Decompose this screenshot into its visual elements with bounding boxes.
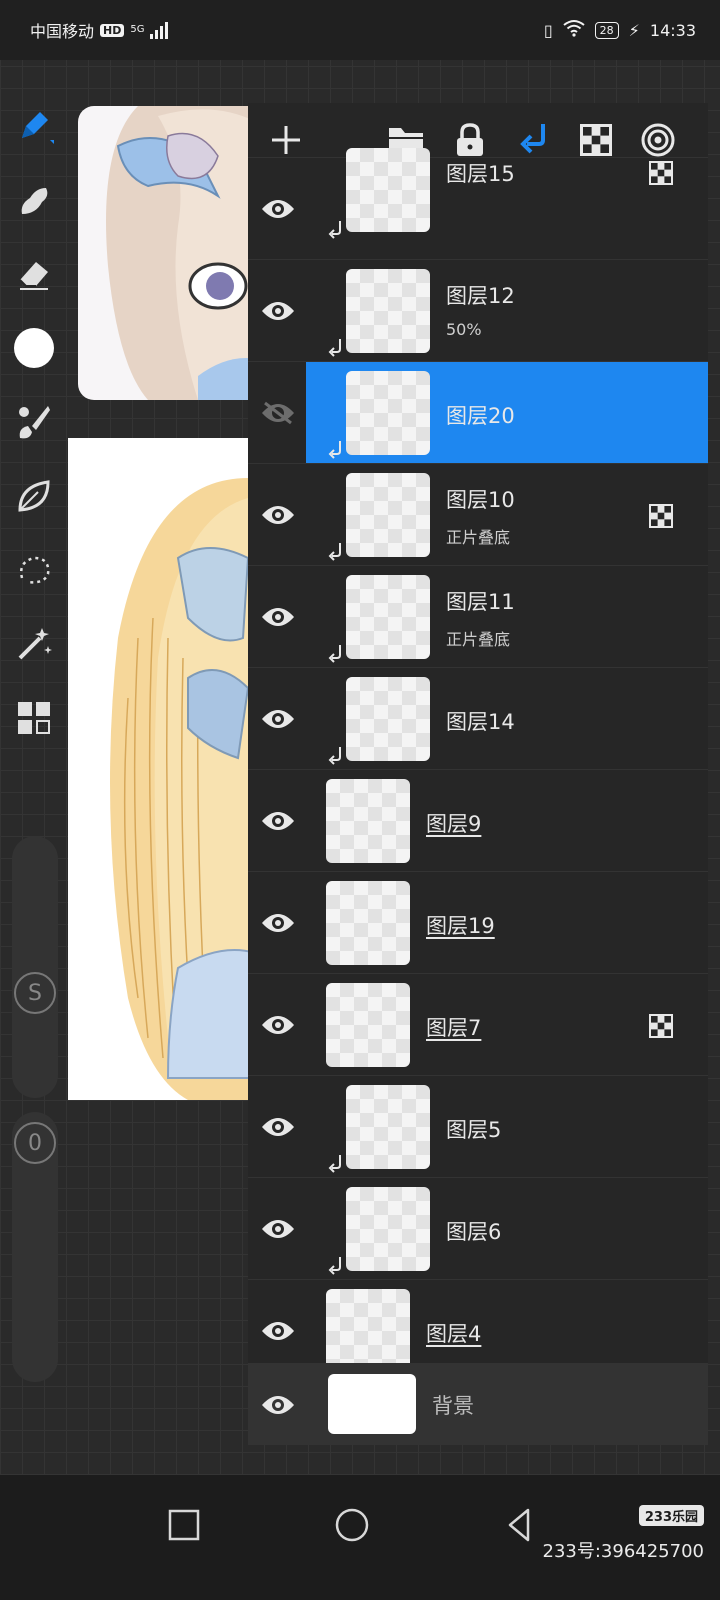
eye-icon[interactable] bbox=[258, 158, 298, 260]
layer-row[interactable]: 图层19 bbox=[248, 871, 708, 973]
clip-arrow-icon bbox=[328, 221, 342, 241]
layer-name: 图层6 bbox=[446, 1220, 502, 1244]
magic-wand-icon[interactable] bbox=[10, 620, 58, 668]
layer-name: 图层12 bbox=[446, 284, 515, 308]
clip-arrow-icon bbox=[328, 1257, 342, 1277]
layer-row[interactable]: 图层11 正片叠底 bbox=[248, 565, 708, 667]
layer-thumbnail bbox=[346, 371, 430, 455]
home-button[interactable] bbox=[332, 1505, 372, 1545]
color-swatch[interactable] bbox=[10, 324, 58, 372]
layer-name: 图层14 bbox=[446, 710, 515, 734]
back-button[interactable] bbox=[500, 1505, 540, 1545]
layer-row[interactable]: 图层12 50% bbox=[248, 259, 708, 361]
layer-name: 图层19 bbox=[426, 914, 495, 938]
eraser-icon[interactable] bbox=[10, 250, 58, 298]
layer-row[interactable]: 图层7 bbox=[248, 973, 708, 1075]
eye-icon[interactable] bbox=[258, 974, 298, 1076]
system-nav-bar: 233乐园 233号:396425700 bbox=[0, 1475, 720, 1600]
layer-blend-info: 正片叠底 bbox=[446, 528, 511, 547]
eye-icon[interactable] bbox=[258, 566, 298, 668]
layer-name: 图层15 bbox=[446, 162, 515, 186]
layer-thumbnail bbox=[326, 1289, 410, 1373]
alpha-lock-indicator-icon[interactable] bbox=[648, 503, 674, 529]
status-bar: 中国移动 HD 5G ▯ 28 ⚡ 14:33 bbox=[0, 0, 720, 60]
clip-arrow-icon bbox=[328, 441, 342, 461]
charging-icon: ⚡ bbox=[628, 20, 640, 40]
opacity-slider[interactable]: 0 bbox=[12, 1112, 58, 1382]
alpha-lock-indicator-icon[interactable] bbox=[648, 1013, 674, 1039]
layer-thumbnail bbox=[326, 983, 410, 1067]
layer-name: 图层5 bbox=[446, 1118, 502, 1142]
layer-blend-info: 50% bbox=[446, 320, 482, 339]
grid-tools-icon[interactable] bbox=[10, 694, 58, 742]
lasso-select-icon[interactable] bbox=[10, 546, 58, 594]
network-type: 5G bbox=[130, 24, 145, 35]
layer-name: 图层20 bbox=[446, 404, 515, 428]
clip-arrow-icon bbox=[328, 747, 342, 767]
layer-thumbnail bbox=[326, 779, 410, 863]
signal-icon bbox=[150, 21, 169, 39]
layer-name: 图层10 bbox=[446, 488, 515, 512]
recent-apps-button[interactable] bbox=[164, 1505, 204, 1545]
background-thumbnail bbox=[328, 1374, 416, 1434]
layer-row[interactable]: 图层10 正片叠底 bbox=[248, 463, 708, 565]
layer-name: 图层7 bbox=[426, 1016, 482, 1040]
wifi-icon bbox=[563, 19, 585, 41]
smudge-icon[interactable] bbox=[10, 176, 58, 224]
artwork-canvas[interactable] bbox=[68, 438, 268, 1100]
layer-name: 图层11 bbox=[446, 590, 515, 614]
tool-sidebar: S 0 bbox=[0, 100, 68, 1480]
layer-row[interactable]: 图层20 bbox=[248, 361, 708, 463]
eye-icon[interactable] bbox=[258, 260, 298, 362]
layer-thumbnail bbox=[346, 1187, 430, 1271]
brush-pen-icon[interactable] bbox=[10, 102, 58, 150]
clock: 14:33 bbox=[649, 20, 696, 40]
carrier-name: 中国移动 bbox=[30, 22, 95, 41]
eye-icon[interactable] bbox=[258, 464, 298, 566]
alpha-lock-indicator-icon[interactable] bbox=[648, 160, 674, 186]
eye-icon[interactable] bbox=[258, 1178, 298, 1280]
layers-panel: 图层15 图层12 50% 图层20 图层10 正片叠底 图层11 正片叠底 图层14 图层9 图层… bbox=[248, 103, 708, 1445]
layer-row[interactable]: 图层9 bbox=[248, 769, 708, 871]
eye-hidden-icon[interactable] bbox=[258, 362, 298, 464]
layer-row[interactable]: 图层14 bbox=[248, 667, 708, 769]
leaf-shape-icon[interactable] bbox=[10, 472, 58, 520]
vibrate-icon: ▯ bbox=[543, 20, 553, 40]
background-layer-row[interactable]: 背景 bbox=[248, 1363, 708, 1445]
eye-icon[interactable] bbox=[258, 872, 298, 974]
eye-icon[interactable] bbox=[258, 770, 298, 872]
artwork bbox=[110, 478, 268, 1100]
layer-thumbnail bbox=[346, 1085, 430, 1169]
background-layer-name: 背景 bbox=[432, 1394, 474, 1418]
layer-thumbnail bbox=[346, 677, 430, 761]
battery-level: 28 bbox=[594, 21, 619, 39]
layer-thumbnail bbox=[346, 269, 430, 353]
clip-arrow-icon bbox=[328, 339, 342, 359]
layer-blend-info: 正片叠底 bbox=[446, 630, 511, 649]
paintbrush-icon[interactable] bbox=[10, 398, 58, 446]
opacity-slider-label: 0 bbox=[14, 1122, 56, 1164]
clip-arrow-icon bbox=[328, 1155, 342, 1175]
size-slider-label: S bbox=[14, 972, 56, 1014]
clip-arrow-icon bbox=[328, 543, 342, 563]
layer-thumbnail bbox=[346, 148, 430, 232]
eye-icon[interactable] bbox=[258, 1076, 298, 1178]
watermark-id: 233号:396425700 bbox=[542, 1541, 705, 1562]
clip-arrow-icon bbox=[328, 645, 342, 665]
layer-row[interactable]: 图层5 bbox=[248, 1075, 708, 1177]
layer-name: 图层9 bbox=[426, 812, 482, 836]
layer-thumbnail bbox=[346, 575, 430, 659]
eye-icon[interactable] bbox=[258, 668, 298, 770]
brush-size-slider[interactable]: S bbox=[12, 836, 58, 1098]
layer-thumbnail bbox=[326, 881, 410, 965]
layer-row[interactable]: 图层6 bbox=[248, 1177, 708, 1279]
layer-name: 图层4 bbox=[426, 1322, 482, 1346]
layer-thumbnail bbox=[346, 473, 430, 557]
eye-icon[interactable] bbox=[258, 1364, 298, 1445]
hd-badge: HD bbox=[100, 23, 125, 37]
watermark-logo: 233乐园 bbox=[638, 1505, 704, 1526]
layer-row[interactable]: 图层15 bbox=[248, 148, 708, 243]
